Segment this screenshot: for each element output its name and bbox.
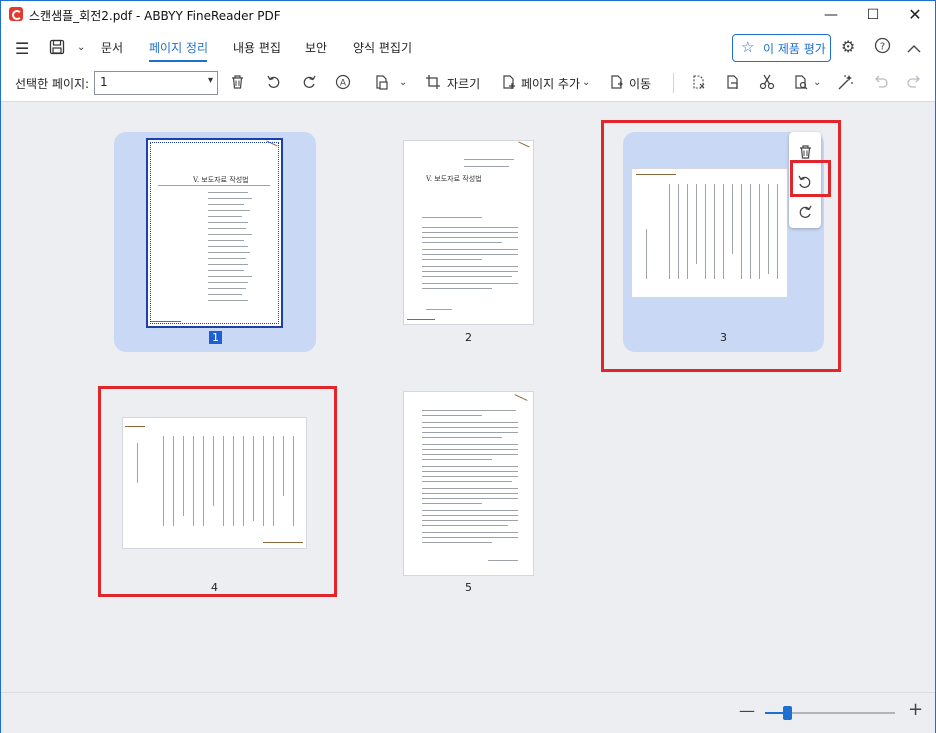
page-recognize-icon[interactable] xyxy=(793,74,809,94)
hamburger-menu-icon[interactable]: ☰ xyxy=(15,39,29,58)
zoom-slider-thumb[interactable] xyxy=(783,706,793,720)
move-page-icon[interactable] xyxy=(609,74,625,94)
chevron-down-icon[interactable]: ⌄ xyxy=(399,77,407,88)
selected-pages-combobox[interactable]: 1 ▾ xyxy=(94,71,218,95)
page-thumbnail-1[interactable]: V. 보도자료 작성법 xyxy=(148,140,281,326)
app-logo-icon xyxy=(9,7,23,21)
settings-icon[interactable]: ⚙ xyxy=(841,37,855,56)
replace-page-icon[interactable] xyxy=(691,74,707,94)
crop-label[interactable]: 자르기 xyxy=(447,75,480,92)
chevron-down-icon[interactable]: ⌄ xyxy=(813,77,821,88)
chevron-down-icon[interactable]: ⌄ xyxy=(77,42,85,53)
highlight-box-rotate-left xyxy=(790,160,831,197)
app-window: 스캔샘플_회전2.pdf - ABBYY FineReader PDF — ☐ … xyxy=(0,0,936,733)
chevron-down-icon: ▾ xyxy=(207,75,213,86)
page-5-number: 5 xyxy=(465,581,472,594)
tab-document[interactable]: 문서 xyxy=(101,39,123,56)
ribbon-tabs: ☰ ⌄ 문서 페이지 정리 내용 편집 보안 양식 편집기 ☆ 이 제품 평가 … xyxy=(1,29,935,65)
move-label[interactable]: 이동 xyxy=(629,75,651,92)
svg-text:?: ? xyxy=(880,42,885,53)
zoom-out-button[interactable]: — xyxy=(739,701,755,720)
minimize-button[interactable]: — xyxy=(809,1,853,29)
extract-icon[interactable] xyxy=(374,74,390,94)
split-icon[interactable] xyxy=(725,74,741,94)
page-1-number: 1 xyxy=(209,331,222,344)
tab-form-editor[interactable]: 양식 편집기 xyxy=(353,39,412,56)
tab-edit-content[interactable]: 내용 편집 xyxy=(233,39,281,56)
close-button[interactable]: ✕ xyxy=(893,1,936,29)
toolbar-separator xyxy=(673,73,674,93)
help-icon[interactable]: ? xyxy=(874,37,891,58)
zoom-slider[interactable] xyxy=(765,706,895,720)
selected-pages-value: 1 xyxy=(100,75,108,89)
page-2-number: 2 xyxy=(465,331,472,344)
page-thumbnail-2[interactable]: V. 보도자료 작성법 xyxy=(404,141,533,324)
star-icon: ☆ xyxy=(741,38,755,56)
save-icon[interactable] xyxy=(49,39,65,59)
active-tab-indicator xyxy=(149,60,207,62)
redo-icon[interactable] xyxy=(906,74,922,92)
status-bar: — + xyxy=(1,692,935,733)
highlight-box-page-4 xyxy=(98,386,337,597)
crop-icon[interactable] xyxy=(425,74,441,94)
chevron-down-icon[interactable]: ⌄ xyxy=(582,77,590,88)
page-thumbnail-5[interactable] xyxy=(404,392,533,575)
add-page-icon[interactable] xyxy=(501,74,517,94)
undo-icon[interactable] xyxy=(873,74,889,92)
add-page-label[interactable]: 페이지 추가 xyxy=(521,75,580,92)
collapse-icon[interactable] xyxy=(907,39,921,58)
zoom-in-button[interactable]: + xyxy=(908,699,923,720)
window-title: 스캔샘플_회전2.pdf - ABBYY FineReader PDF xyxy=(29,9,281,23)
trash-icon[interactable] xyxy=(230,74,245,94)
ocr-icon[interactable]: A xyxy=(334,74,352,94)
page-2-title: V. 보도자료 작성법 xyxy=(426,175,482,183)
selected-pages-label: 선택한 페이지: xyxy=(15,77,90,91)
title-bar: 스캔샘플_회전2.pdf - ABBYY FineReader PDF — ☐ … xyxy=(1,1,935,29)
magic-icon[interactable] xyxy=(837,74,854,95)
rotate-left-icon[interactable] xyxy=(266,74,282,94)
rate-product-button[interactable]: ☆ 이 제품 평가 xyxy=(732,34,831,62)
rate-product-label: 이 제품 평가 xyxy=(763,42,826,56)
cut-icon[interactable] xyxy=(759,74,775,94)
page-toolbar: 선택한 페이지: 1 ▾ A ⌄ 자르기 페이지 추가 ⌄ 이동 ⌄ xyxy=(1,65,935,102)
tab-organize-pages[interactable]: 페이지 정리 xyxy=(149,39,208,56)
page-1-title: V. 보도자료 작성법 xyxy=(193,176,249,184)
svg-text:A: A xyxy=(340,79,347,89)
highlight-box-page-3 xyxy=(601,120,841,372)
tab-security[interactable]: 보안 xyxy=(305,39,327,56)
rotate-right-icon[interactable] xyxy=(301,74,317,94)
maximize-button[interactable]: ☐ xyxy=(851,1,895,29)
